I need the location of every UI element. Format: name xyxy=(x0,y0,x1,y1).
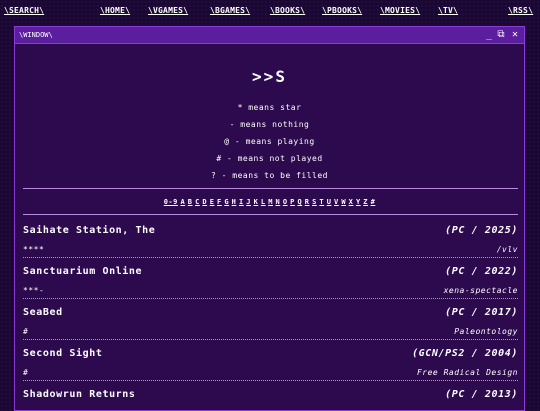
nav-books-link[interactable]: \BOOKS\ xyxy=(270,6,305,15)
entry-row[interactable]: Saihate Station, The (PC / 2025) **** /vlv xyxy=(15,219,524,260)
entry-row[interactable]: Shadowrun Returns (PC / 2013) xyxy=(15,383,524,410)
alphabet-link[interactable]: L xyxy=(261,198,266,206)
nav-bgames-link[interactable]: \BGAMES\ xyxy=(210,6,250,15)
entry-title[interactable]: Shadowrun Returns xyxy=(23,389,136,400)
alphabet-link[interactable]: E xyxy=(210,198,215,206)
alphabet-link[interactable]: C xyxy=(195,198,200,206)
alphabet-link[interactable]: S xyxy=(312,198,317,206)
entry-rating: **** xyxy=(23,245,45,254)
alphabet-link[interactable]: K xyxy=(254,198,259,206)
nav-pbooks-link[interactable]: \PBOOKS\ xyxy=(322,6,362,15)
close-icon[interactable]: ✕ xyxy=(510,28,520,42)
entry-rating: # xyxy=(23,368,29,377)
alphabet-link[interactable]: 0-9 xyxy=(164,198,178,206)
page-title: >>S xyxy=(252,67,287,86)
entry-title[interactable]: SeaBed xyxy=(23,307,63,318)
alphabet-link[interactable]: # xyxy=(371,198,376,206)
window-titlebar: \WINDOW\ _ ⧉ ✕ xyxy=(15,27,524,44)
nav-search-link[interactable]: \SEARCH\ xyxy=(4,6,44,15)
alphabet-link[interactable]: H xyxy=(232,198,237,206)
entry-rating: # xyxy=(23,327,29,336)
entry-title[interactable]: Sanctuarium Online xyxy=(23,266,142,277)
entry-platform: (PC / 2022) xyxy=(445,266,518,277)
legend-not-played: # - means not played xyxy=(216,154,323,163)
legend-nothing: - means nothing xyxy=(229,120,310,129)
entry-title[interactable]: Saihate Station, The xyxy=(23,225,155,236)
alphabet-link[interactable]: Y xyxy=(356,198,361,206)
alphabet-link[interactable]: W xyxy=(341,198,346,206)
alphabet-link[interactable]: G xyxy=(224,198,229,206)
alphabet-link[interactable]: A xyxy=(180,198,185,206)
alphabet-link[interactable]: T xyxy=(319,198,324,206)
alphabet-link[interactable]: X xyxy=(349,198,354,206)
entry-separator xyxy=(23,380,518,381)
legend-star: * means star xyxy=(237,103,302,112)
nav-rss-link[interactable]: \RSS\ xyxy=(508,6,533,15)
nav-vgames-link[interactable]: \VGAMES\ xyxy=(148,6,188,15)
entry-separator xyxy=(23,339,518,340)
alphabet-link[interactable]: V xyxy=(334,198,339,206)
divider xyxy=(23,214,518,215)
alphabet-link[interactable]: U xyxy=(327,198,332,206)
alphabet-link[interactable]: O xyxy=(283,198,288,206)
entry-author: Free Radical Design xyxy=(416,368,518,377)
content-window: \WINDOW\ _ ⧉ ✕ >>S * means star - means … xyxy=(14,26,525,411)
entry-rating: ***- xyxy=(23,286,45,295)
alphabet-link[interactable]: J xyxy=(246,198,251,206)
alphabet-link[interactable]: D xyxy=(202,198,207,206)
alphabet-link[interactable]: Q xyxy=(297,198,302,206)
alphabet-index: 0-9 A B C D E F G H I J K L M N O P Q R S T U V W X Y Z # xyxy=(15,198,524,206)
entry-author: /vlv xyxy=(496,245,518,254)
entry-platform: (PC / 2025) xyxy=(445,225,518,236)
entry-author: xena-spectacle xyxy=(443,286,518,295)
divider xyxy=(23,188,518,189)
nav-home-link[interactable]: \HOME\ xyxy=(100,6,130,15)
alphabet-link[interactable]: B xyxy=(188,198,193,206)
maximize-icon[interactable]: ⧉ xyxy=(496,28,506,42)
entry-row[interactable]: Second Sight (GCN/PS2 / 2004) # Free Radica… xyxy=(15,342,524,383)
alphabet-link[interactable]: R xyxy=(305,198,310,206)
legend-playing: @ - means playing xyxy=(224,137,315,146)
window-title: \WINDOW\ xyxy=(19,31,53,39)
entry-platform: (PC / 2017) xyxy=(445,307,518,318)
entry-separator xyxy=(23,298,518,299)
entry-platform: (GCN/PS2 / 2004) xyxy=(412,348,518,359)
alphabet-link[interactable]: Z xyxy=(363,198,368,206)
entry-platform: (PC / 2013) xyxy=(445,389,518,400)
nav-tv-link[interactable]: \TV\ xyxy=(438,6,458,15)
legend-to-be-filled: ? - means to be filled xyxy=(211,171,328,180)
entry-row[interactable]: SeaBed (PC / 2017) # Paleontology xyxy=(15,301,524,342)
entry-author: Paleontology xyxy=(454,327,518,336)
entry-separator xyxy=(23,257,518,258)
alphabet-link[interactable]: N xyxy=(276,198,281,206)
alphabet-link[interactable]: M xyxy=(268,198,273,206)
entry-title[interactable]: Second Sight xyxy=(23,348,102,359)
nav-movies-link[interactable]: \MOVIES\ xyxy=(380,6,420,15)
alphabet-link[interactable]: I xyxy=(239,198,244,206)
top-navigation: \SEARCH\ \HOME\ \VGAMES\ \BGAMES\ \BOOKS… xyxy=(0,0,540,22)
alphabet-link[interactable]: F xyxy=(217,198,222,206)
alphabet-link[interactable]: P xyxy=(290,198,295,206)
entry-row[interactable]: Sanctuarium Online (PC / 2022) ***- xena-sp… xyxy=(15,260,524,301)
minimize-icon[interactable]: _ xyxy=(484,28,494,42)
